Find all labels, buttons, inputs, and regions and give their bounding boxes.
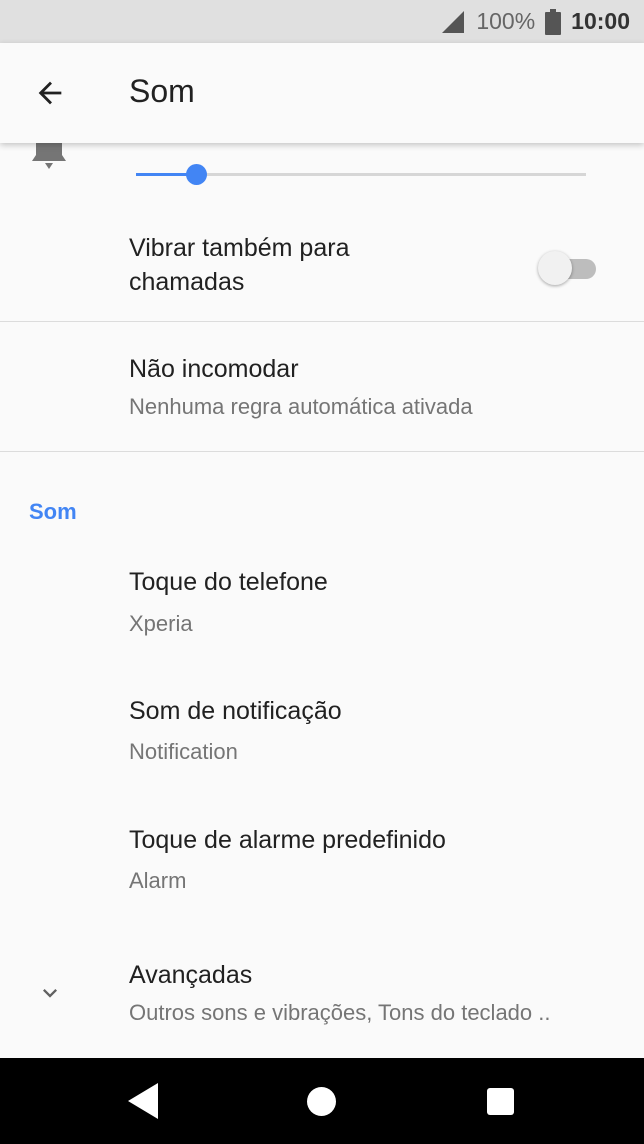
section-header-sound: Som [29, 499, 77, 524]
slider-thumb[interactable] [186, 164, 207, 185]
app-bar: Som [0, 43, 644, 143]
battery-percent: 100% [476, 8, 536, 34]
nav-back-icon[interactable] [126, 1083, 160, 1119]
notification-sound-row[interactable]: Som de notificação Notification [0, 671, 644, 800]
nav-recents-icon[interactable] [487, 1088, 514, 1115]
alarm-sound-row[interactable]: Toque de alarme predefinido Alarm [0, 800, 644, 929]
advanced-summary: Outros sons e vibrações, Tons do teclado… [129, 1000, 551, 1025]
battery-icon [545, 8, 562, 35]
notification-sound-title: Som de notificação [129, 697, 342, 725]
do-not-disturb-title: Não incomodar [129, 355, 299, 383]
alarm-sound-title: Toque de alarme predefinido [129, 826, 446, 854]
settings-list[interactable]: Vibrar também para chamadas Não incomoda… [0, 143, 644, 1058]
toggle-thumb [538, 251, 572, 285]
back-button[interactable] [20, 63, 80, 123]
vibrate-toggle[interactable] [538, 249, 596, 285]
advanced-row[interactable]: Avançadas Outros sons e vibrações, Tons … [0, 929, 644, 1058]
advanced-title: Avançadas [129, 961, 253, 989]
ringtone-summary: Xperia [129, 611, 193, 636]
page-title: Som [129, 73, 195, 109]
do-not-disturb-row[interactable]: Não incomodar Nenhuma regra automática a… [0, 322, 644, 451]
bell-icon [32, 143, 66, 169]
status-indicators: 100% 10:00 [430, 0, 630, 43]
vibrate-for-calls-row[interactable]: Vibrar também para chamadas [0, 213, 644, 321]
ringtone-title: Toque do telefone [129, 568, 328, 596]
divider [0, 451, 644, 452]
notification-sound-summary: Notification [129, 739, 238, 764]
vibrate-for-calls-label: Vibrar também para chamadas [129, 234, 350, 296]
signal-icon [442, 10, 465, 33]
navigation-bar [0, 1058, 644, 1144]
do-not-disturb-summary: Nenhuma regra automática ativada [129, 394, 473, 419]
status-time: 10:00 [571, 8, 630, 34]
alarm-sound-summary: Alarm [129, 868, 187, 893]
chevron-down-icon[interactable] [36, 979, 64, 1007]
status-bar: 100% 10:00 [0, 0, 644, 43]
ringtone-row[interactable]: Toque do telefone Xperia [0, 543, 644, 671]
ring-volume-slider[interactable] [136, 163, 586, 187]
arrow-left-icon [38, 81, 62, 105]
nav-home-icon[interactable] [307, 1087, 336, 1116]
